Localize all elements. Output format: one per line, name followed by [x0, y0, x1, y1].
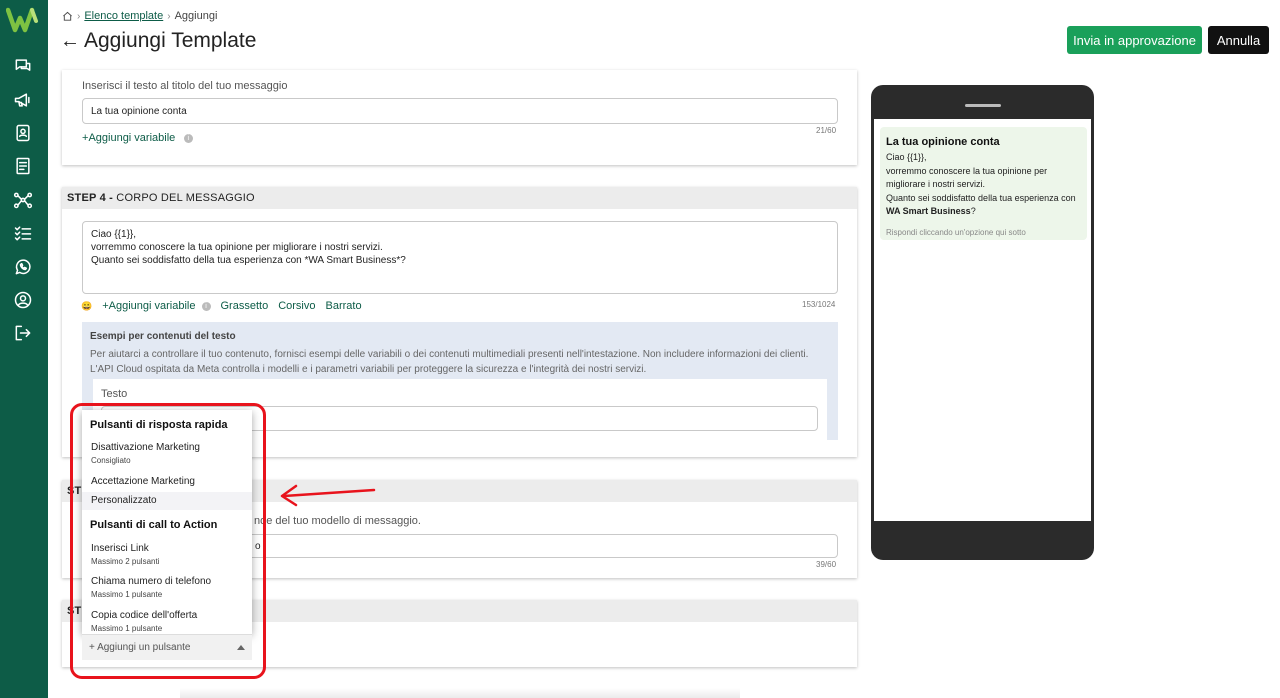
preview-footer: Rispondi cliccando un'opzione qui sotto: [886, 227, 1026, 237]
brand-logo[interactable]: [6, 7, 42, 33]
breadcrumb: › Elenco template › Aggiungi: [62, 10, 217, 22]
char-counter: 153/1024: [802, 300, 836, 309]
header-text-input[interactable]: La tua opinione conta: [82, 98, 838, 124]
whatsapp-icon[interactable]: [12, 256, 34, 278]
bold-button[interactable]: Grassetto: [221, 300, 269, 312]
formatting-toolbar: 😀 +Aggiungi variabile i Grassetto Corsiv…: [81, 300, 362, 312]
example-field-label: Testo: [101, 388, 128, 400]
footer-text-value: o: [255, 540, 261, 552]
back-arrow-icon[interactable]: ←: [60, 30, 80, 53]
template-icon[interactable]: [12, 155, 34, 177]
add-button-label: + Aggiungi un pulsante: [89, 642, 191, 653]
flow-icon[interactable]: [12, 189, 34, 211]
italic-button[interactable]: Corsivo: [278, 300, 315, 312]
dropdown-item-call-phone[interactable]: Chiama numero di telefono Massimo 1 puls…: [82, 576, 252, 599]
preview-bold-text: WA Smart Business: [886, 206, 971, 216]
sidebar: [0, 0, 48, 698]
megaphone-icon[interactable]: [12, 89, 34, 111]
preview-line: WA Smart Business?: [886, 205, 1081, 219]
char-counter: 39/60: [816, 560, 837, 569]
info-icon[interactable]: i: [183, 134, 193, 143]
caret-up-icon: [237, 645, 245, 650]
add-variable-link[interactable]: +Aggiungi variabile: [82, 132, 175, 144]
step4-header: STEP 4 - CORPO DEL MESSAGGIO: [62, 187, 857, 209]
add-variable-row: +Aggiungi variabile i: [82, 128, 193, 146]
emoji-icon[interactable]: 😀: [81, 301, 92, 312]
button-type-dropdown: Pulsanti di risposta rapida Disattivazio…: [82, 410, 252, 634]
examples-title: Esempi per contenuti del testo: [90, 331, 236, 342]
dropdown-item-copy-code[interactable]: Copia codice dell'offerta Massimo 1 puls…: [82, 610, 252, 633]
preview-line-end: ?: [970, 206, 976, 216]
cancel-button[interactable]: Annulla: [1208, 26, 1269, 54]
add-button-select[interactable]: + Aggiungi un pulsante: [82, 634, 252, 660]
body-line: Quanto sei soddisfatto della tua esperie…: [91, 255, 406, 266]
scroll-shadow: [180, 688, 740, 698]
page-title: Aggiungi Template: [84, 29, 257, 52]
info-icon[interactable]: i: [201, 301, 211, 311]
add-variable-link[interactable]: +Aggiungi variabile: [102, 300, 195, 312]
dropdown-item-custom[interactable]: Personalizzato: [82, 492, 252, 510]
dropdown-group-cta: Pulsanti di call to Action: [90, 519, 218, 531]
strikethrough-button[interactable]: Barrato: [325, 300, 361, 312]
examples-description: Per aiutarci a controllare il tuo conten…: [90, 349, 809, 375]
body-line: Ciao {{1}},: [91, 229, 137, 240]
char-counter: 21/60: [816, 126, 837, 135]
header-hint: Inserisci il testo al titolo del tuo mes…: [82, 80, 288, 92]
breadcrumb-separator: ›: [167, 10, 171, 22]
phone-speaker: [965, 104, 1001, 107]
preview-line: Ciao {{1}},: [886, 152, 927, 162]
dropdown-group-quick-reply: Pulsanti di risposta rapida: [90, 419, 228, 431]
phone-screen: La tua opinione conta Ciao {{1}}, vorrem…: [874, 119, 1091, 521]
message-bubble: La tua opinione conta Ciao {{1}}, vorrem…: [880, 127, 1087, 240]
preview-title: La tua opinione conta: [886, 136, 1000, 148]
logout-icon[interactable]: [12, 322, 34, 344]
chat-icon[interactable]: [12, 55, 34, 77]
contacts-icon[interactable]: [12, 122, 34, 144]
tasks-icon[interactable]: [12, 222, 34, 244]
home-icon[interactable]: [62, 11, 73, 22]
preview-body: Ciao {{1}}, vorremmo conoscere la tua op…: [886, 151, 1081, 219]
dropdown-item-insert-link[interactable]: Inserisci Link Massimo 2 pulsanti: [82, 543, 252, 566]
breadcrumb-separator: ›: [77, 10, 81, 22]
message-body-textarea[interactable]: Ciao {{1}}, vorremmo conoscere la tua op…: [82, 221, 838, 294]
preview-line: Quanto sei soddisfatto della tua esperie…: [886, 192, 1076, 203]
breadcrumb-current: Aggiungi: [174, 10, 218, 22]
dropdown-item-marketing-optin[interactable]: Accettazione Marketing: [82, 476, 252, 492]
step3-card: Inserisci il testo al titolo del tuo mes…: [62, 70, 857, 165]
preview-line: vorremmo conoscere la tua opinione per: [886, 165, 1048, 176]
phone-preview: La tua opinione conta Ciao {{1}}, vorrem…: [871, 85, 1094, 560]
user-icon[interactable]: [12, 289, 34, 311]
page-header: ← Aggiungi Template: [60, 29, 256, 53]
body-line: vorremmo conoscere la tua opinione per m…: [91, 242, 383, 253]
step4-title: CORPO DEL MESSAGGIO: [116, 192, 255, 204]
preview-line: migliorare i nostri servizi.: [886, 179, 986, 189]
breadcrumb-link-templates[interactable]: Elenco template: [84, 10, 163, 22]
dropdown-item-marketing-optout[interactable]: Disattivazione Marketing Consigliato: [82, 442, 252, 465]
submit-approval-button[interactable]: Invia in approvazione: [1067, 26, 1202, 54]
step4-number: STEP 4 -: [67, 192, 114, 204]
footer-hint: nde del tuo modello di messaggio.: [254, 515, 421, 527]
